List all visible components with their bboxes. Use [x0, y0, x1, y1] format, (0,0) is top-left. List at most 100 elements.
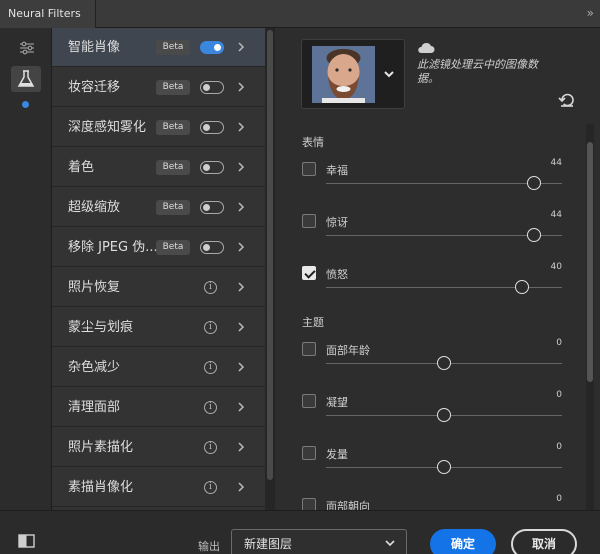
output-select[interactable]: 新建图层 [231, 529, 407, 554]
filter-toggle[interactable] [200, 201, 224, 214]
slider-knob[interactable] [437, 356, 451, 370]
show-original-icon[interactable] [18, 534, 35, 548]
filter-toggle[interactable] [200, 121, 224, 134]
flask-button[interactable] [11, 66, 41, 92]
chevron-down-icon [385, 540, 395, 547]
param-label: 凝望 [326, 396, 348, 409]
filter-item-photo-restoration[interactable]: 照片恢复 i [52, 268, 265, 307]
info-icon[interactable]: i [204, 361, 217, 374]
filter-item-jpeg-artifacts[interactable]: 移除 JPEG 伪... Beta [52, 228, 265, 267]
info-icon[interactable]: i [204, 281, 217, 294]
param-row-head-direction: 面部朝向 0 [302, 494, 562, 510]
beta-badge: Beta [156, 160, 190, 175]
slider-knob[interactable] [514, 280, 529, 294]
sliders-icon[interactable] [18, 40, 36, 56]
filter-item-face-cleanup[interactable]: 清理面部 i [52, 388, 265, 427]
reset-icon[interactable] [558, 92, 576, 108]
chevron-right-icon[interactable] [234, 39, 248, 55]
chevron-right-icon[interactable] [234, 479, 248, 495]
filter-item-noise-reduction[interactable]: 杂色减少 i [52, 348, 265, 387]
output-label: 输出 [198, 540, 220, 553]
param-row-anger: 愤怒 40 [302, 262, 562, 310]
filter-label: 照片素描化 [68, 440, 134, 455]
param-row-gaze: 凝望 0 [302, 390, 562, 438]
filter-item-sketch-to-portrait[interactable]: 素描肖像化 i [52, 468, 265, 507]
param-value: 40 [550, 262, 562, 272]
param-row-surprise: 惊讶 44 [302, 210, 562, 258]
filter-label: 超级缩放 [68, 200, 121, 215]
param-checkbox[interactable] [302, 214, 316, 228]
param-checkbox[interactable] [302, 266, 316, 280]
slider-knob[interactable] [526, 176, 541, 190]
filter-label: 深度感知雾化 [68, 120, 147, 135]
slider-knob[interactable] [526, 228, 541, 242]
param-row-happiness: 幸福 44 [302, 158, 562, 206]
chevron-right-icon[interactable] [234, 199, 248, 215]
tool-rail [0, 28, 52, 510]
chevron-right-icon[interactable] [234, 239, 248, 255]
filter-label: 清理面部 [68, 400, 121, 415]
filter-toggle[interactable] [200, 81, 224, 94]
filter-item-makeup-transfer[interactable]: 妆容迁移 Beta [52, 68, 265, 107]
param-value: 0 [556, 494, 562, 504]
output-select-value: 新建图层 [244, 537, 293, 551]
filter-list-scrollbar[interactable] [267, 30, 273, 480]
filter-item-photo-to-sketch[interactable]: 照片素描化 i [52, 428, 265, 467]
filter-item-dust-scratches[interactable]: 蒙尘与划痕 i [52, 308, 265, 347]
beta-badge: Beta [156, 200, 190, 215]
ok-button[interactable]: 确定 [430, 529, 496, 554]
flask-icon [17, 70, 35, 87]
param-row-facial-age: 面部年龄 0 [302, 338, 562, 386]
param-value: 44 [550, 158, 562, 168]
param-checkbox[interactable] [302, 162, 316, 176]
beta-badge: Beta [156, 240, 190, 255]
info-icon[interactable]: i [204, 441, 217, 454]
face-selector-dropdown[interactable] [301, 39, 405, 109]
section-heading-theme: 主题 [302, 316, 324, 329]
param-checkbox[interactable] [302, 342, 316, 356]
filter-item-colorize[interactable]: 着色 Beta [52, 148, 265, 187]
filter-item-super-zoom[interactable]: 超级缩放 Beta [52, 188, 265, 227]
settings-scrollbar[interactable] [587, 142, 593, 382]
filter-toggle[interactable] [200, 161, 224, 174]
beta-badge: Beta [156, 80, 190, 95]
param-checkbox[interactable] [302, 394, 316, 408]
cloud-processing-note: 此滤镜处理云中的图像数据。 [417, 58, 538, 85]
chevron-right-icon[interactable] [234, 79, 248, 95]
filter-toggle[interactable] [200, 241, 224, 254]
chevron-right-icon[interactable] [234, 119, 248, 135]
cancel-button[interactable]: 取消 [511, 529, 577, 554]
face-thumbnail [312, 46, 375, 103]
filter-label: 蒙尘与划痕 [68, 320, 134, 335]
info-icon[interactable]: i [204, 401, 217, 414]
chevron-right-icon[interactable] [234, 399, 248, 415]
param-checkbox[interactable] [302, 446, 316, 460]
param-label: 面部年龄 [326, 344, 370, 357]
chevron-right-icon[interactable] [234, 159, 248, 175]
chevron-right-icon[interactable] [234, 359, 248, 375]
filter-item-depth-blur[interactable]: 深度感知雾化 Beta [52, 108, 265, 147]
param-label: 幸福 [326, 164, 348, 177]
panel-tab-neural-filters[interactable]: Neural Filters [0, 0, 96, 28]
title-bar: Neural Filters » [0, 0, 600, 28]
beta-badge: Beta [156, 40, 190, 55]
chevron-right-icon[interactable] [234, 439, 248, 455]
chevron-right-icon[interactable] [234, 319, 248, 335]
slider-knob[interactable] [437, 460, 451, 474]
double-chevron-right-icon[interactable]: » [587, 6, 594, 20]
filter-settings-panel: 此滤镜处理云中的图像数据。 表情 幸福 44 惊讶 44 愤怒 40 主题 面部… [275, 28, 600, 510]
info-icon[interactable]: i [204, 321, 217, 334]
filter-toggle[interactable] [200, 41, 224, 54]
chevron-right-icon[interactable] [234, 279, 248, 295]
param-value: 0 [556, 390, 562, 400]
chevron-down-icon[interactable] [382, 67, 396, 81]
filter-item-smart-portrait[interactable]: 智能肖像 Beta [52, 28, 265, 67]
slider-knob[interactable] [437, 408, 451, 422]
param-value: 0 [556, 442, 562, 452]
info-icon[interactable]: i [204, 481, 217, 494]
filter-list: 智能肖像 Beta 妆容迁移 Beta 深度感知雾化 Beta 着色 Beta … [52, 28, 265, 510]
filter-label: 移除 JPEG 伪... [68, 240, 158, 255]
filter-label: 妆容迁移 [68, 80, 121, 95]
filter-label: 素描肖像化 [68, 480, 134, 495]
param-checkbox[interactable] [302, 498, 316, 510]
